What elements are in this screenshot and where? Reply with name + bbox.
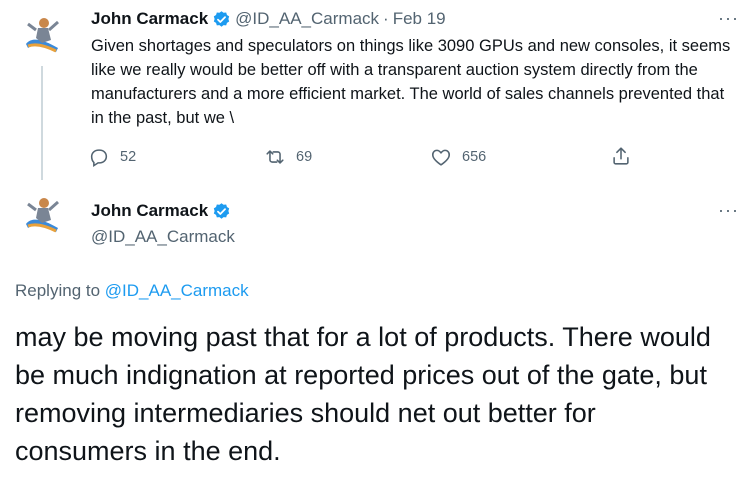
avatar[interactable] (18, 190, 66, 238)
tweet-actions: 52 69 656 (88, 146, 648, 170)
tweet-text: Given shortages and speculators on thing… (91, 37, 731, 127)
share-icon (613, 147, 629, 165)
reply-button[interactable]: 52 (88, 146, 136, 168)
tweet-text: may be moving past that for a lot of pro… (15, 322, 711, 466)
verified-icon (212, 202, 231, 221)
timestamp[interactable]: Feb 19 (393, 9, 446, 29)
share-button[interactable] (610, 145, 642, 167)
reply-count: 52 (120, 149, 137, 165)
display-name[interactable]: John Carmack (91, 9, 208, 29)
more-icon[interactable]: ··· (718, 200, 739, 221)
replying-prefix: Replying to (15, 281, 105, 300)
avatar[interactable] (18, 10, 66, 58)
more-icon[interactable]: ··· (718, 8, 739, 29)
like-icon (431, 149, 451, 166)
reply-icon (90, 149, 108, 168)
replying-to: Replying to @ID_AA_Carmack (15, 281, 249, 301)
separator-dot: · (383, 9, 389, 28)
like-count: 656 (462, 149, 487, 165)
handle[interactable]: @ID_AA_Carmack (91, 227, 235, 247)
retweet-button[interactable]: 69 (264, 146, 312, 168)
retweet-count: 69 (296, 149, 313, 165)
display-name[interactable]: John Carmack (91, 201, 208, 221)
verified-icon (212, 10, 231, 29)
thread-line (41, 66, 43, 180)
retweet-icon (266, 150, 284, 164)
tweet2-header: John Carmack (91, 201, 231, 221)
like-button[interactable]: 656 (430, 146, 486, 168)
replying-to-link[interactable]: @ID_AA_Carmack (105, 281, 249, 300)
handle[interactable]: @ID_AA_Carmack (235, 9, 379, 29)
tweet1-header: John Carmack @ID_AA_Carmack · Feb 19 (91, 9, 446, 29)
